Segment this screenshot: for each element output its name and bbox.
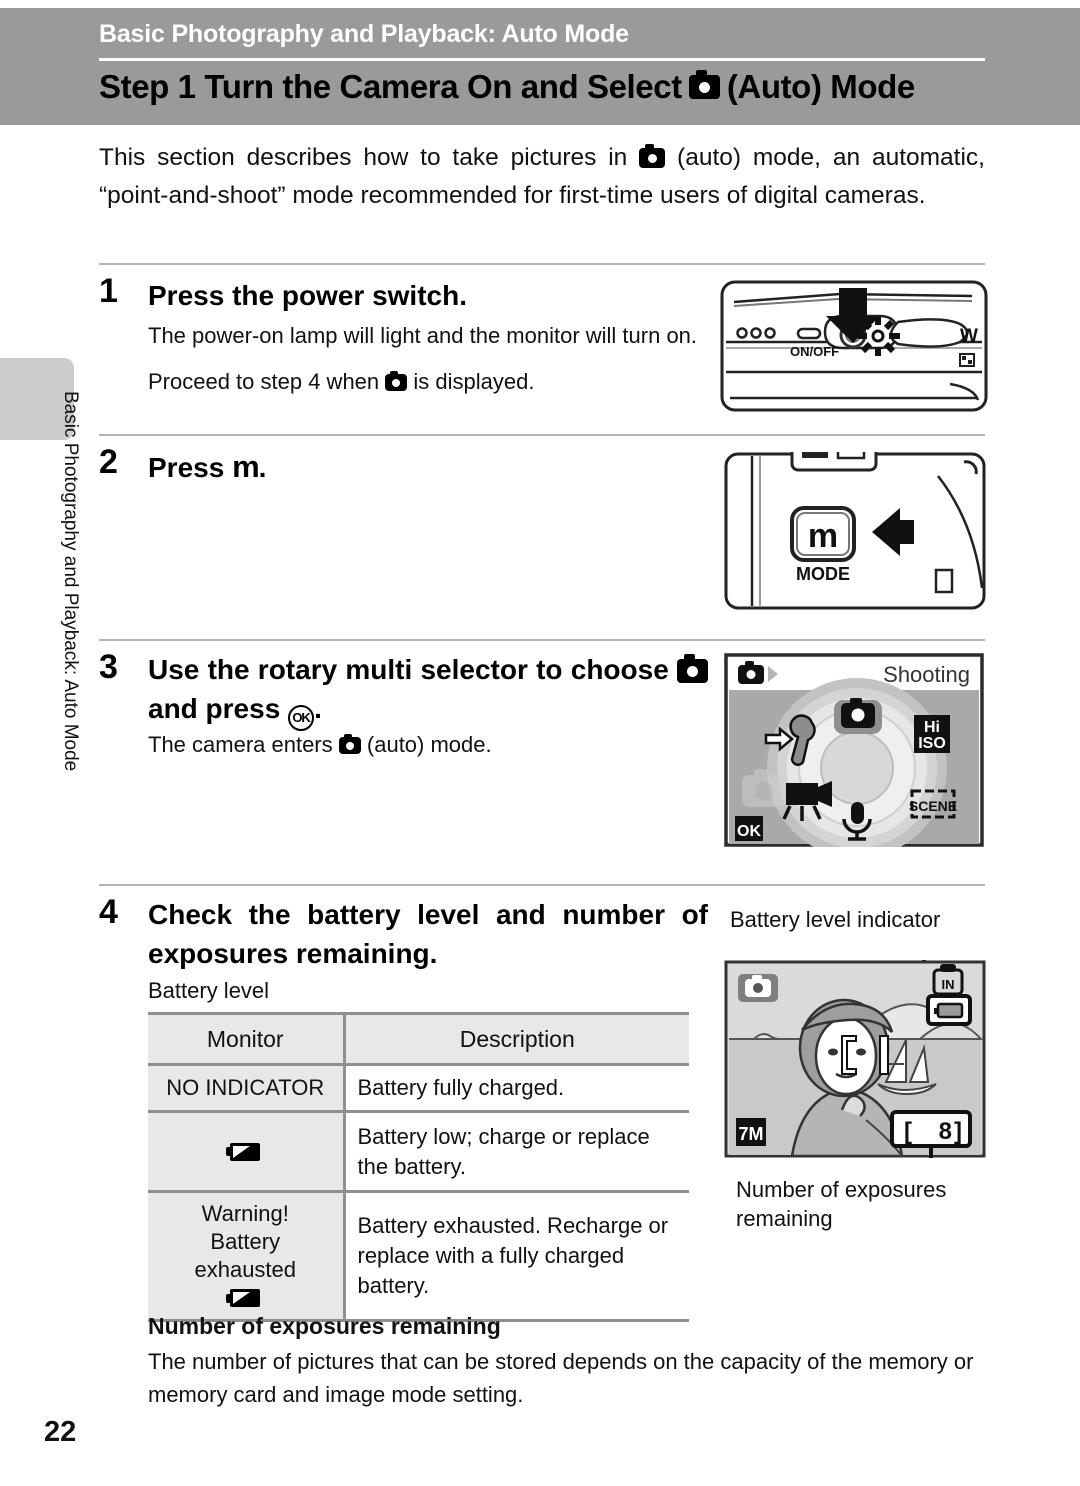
ok-badge-label: OK [737, 823, 761, 840]
battery-state-low [148, 1111, 346, 1192]
battery-desc-full: Battery fully charged. [344, 1064, 689, 1112]
svg-text:]: ] [954, 1118, 962, 1145]
mode-button-icon: m [232, 449, 260, 484]
step-4-heading: Check the battery level and number of ex… [148, 899, 708, 969]
table-header-monitor: Monitor [148, 1013, 346, 1065]
page-title-prefix: Step 1 Turn the Camera On and Select [99, 68, 682, 105]
step-1-body: The power-on lamp will light and the mon… [148, 319, 708, 399]
figure-camera-power-switch: ON/OFF W [720, 280, 988, 412]
auto-mode-camera-icon [639, 144, 666, 168]
step-1-body-line2: Proceed to step 4 when is displayed. [148, 365, 708, 399]
image-mode-badge: 7M [736, 1118, 766, 1146]
battery-desc-low: Battery low; charge or replace the batte… [344, 1111, 689, 1192]
high-iso-icon: Hi ISO [914, 715, 950, 753]
step-2-heading-post: . [258, 452, 267, 483]
step-divider [99, 639, 985, 641]
manual-page: Basic Photography and Playback: Auto Mod… [0, 0, 1080, 1486]
exposures-remaining-indicator: [ 8 ] [890, 1110, 972, 1148]
battery-level-indicator [926, 994, 972, 1026]
auto-mode-camera-icon [677, 654, 709, 683]
intro-paragraph: This section describes how to take pictu… [99, 139, 985, 215]
table-row: Warning! Battery exhausted Battery exhau… [148, 1191, 689, 1321]
page-number: 22 [44, 1416, 77, 1448]
auto-mode-camera-icon [338, 734, 361, 754]
battery-desc-exhausted: Battery exhausted. Recharge or replace w… [344, 1191, 689, 1321]
exposures-note-body: The number of pictures that can be store… [148, 1349, 974, 1407]
svg-text:[: [ [904, 1118, 912, 1145]
svg-text:Hi: Hi [924, 719, 940, 736]
step-1-body-line1: The power-on lamp will light and the mon… [148, 323, 698, 348]
exposures-remaining-label: Number of exposures remaining [736, 1177, 947, 1231]
svg-text:8: 8 [939, 1118, 952, 1145]
intro-text-part1: This section describes how to take pictu… [99, 144, 628, 171]
page-title: Step 1 Turn the Camera On and Select (Au… [99, 68, 915, 106]
step-4-number: 4 [99, 893, 118, 931]
table-row: NO INDICATOR Battery fully charged. [148, 1064, 689, 1112]
step-3-heading-mid: and press [148, 693, 281, 724]
chapter-title: Basic Photography and Playback: Auto Mod… [99, 20, 629, 48]
svg-text:SCENE: SCENE [909, 798, 957, 814]
battery-warning-text: Warning! Battery exhausted [194, 1201, 297, 1282]
auto-mode-camera-icon [385, 371, 408, 391]
step-2-number: 2 [99, 443, 118, 481]
battery-state-no-indicator: NO INDICATOR [148, 1064, 346, 1112]
figure-camera-mode-button: m MODE [724, 440, 986, 610]
step-3-heading-pre: Use the rotary multi selector to choose [148, 654, 669, 685]
step-3-body: The camera enters (auto) mode. [148, 728, 708, 762]
step-2-heading: Press m. [148, 447, 688, 487]
table-row: Battery low; charge or replace the batte… [148, 1111, 689, 1192]
step-3-body-post: (auto) mode. [366, 732, 492, 757]
step-3-heading: Use the rotary multi selector to choose … [148, 650, 709, 731]
table-header-row: Monitor Description [148, 1013, 689, 1065]
svg-text:IN: IN [942, 977, 955, 992]
svg-text:7M: 7M [738, 1124, 763, 1144]
step-3-body-pre: The camera enters [148, 732, 333, 757]
figure-mode-dial-screen: Shooting Hi ISO SCENE OK [724, 653, 984, 858]
auto-mode-camera-icon [688, 70, 720, 99]
battery-level-indicator-label: Battery level indicator [730, 907, 941, 932]
battery-low-icon [226, 1142, 261, 1161]
onoff-label: ON/OFF [790, 344, 839, 359]
mode-button-label: MODE [796, 564, 850, 584]
step-divider [99, 884, 985, 886]
step-divider [99, 434, 985, 436]
step-2-heading-pre: Press [148, 452, 225, 483]
zoom-wide-label: W [960, 326, 978, 347]
step-3-heading-post: . [314, 693, 322, 724]
step-1-heading: Press the power switch. [148, 280, 467, 311]
step-divider [99, 263, 985, 265]
battery-state-exhausted: Warning! Battery exhausted [148, 1191, 346, 1321]
battery-exhausted-icon [226, 1289, 261, 1307]
step-3-number: 3 [99, 648, 118, 686]
mode-button-glyph: m [808, 517, 838, 555]
table-header-description: Description [344, 1013, 689, 1065]
step-4-subheading: Battery level [148, 978, 270, 1003]
vertical-running-head: Basic Photography and Playback: Auto Mod… [60, 391, 81, 772]
battery-level-table: Monitor Description NO INDICATOR Battery… [148, 1012, 689, 1322]
mode-screen-title: Shooting [883, 662, 970, 687]
exposures-note-heading: Number of exposures remaining [148, 1313, 501, 1339]
page-title-suffix: (Auto) Mode [726, 68, 915, 105]
step-1-number: 1 [99, 272, 118, 310]
step-1-body-pre: Proceed to step 4 when [148, 369, 380, 394]
header-divider [99, 58, 985, 61]
figure-monitor-display: IN 7M [ 8 ] [724, 946, 986, 1172]
svg-text:ISO: ISO [918, 735, 946, 752]
step-1-body-post: is displayed. [413, 369, 535, 394]
